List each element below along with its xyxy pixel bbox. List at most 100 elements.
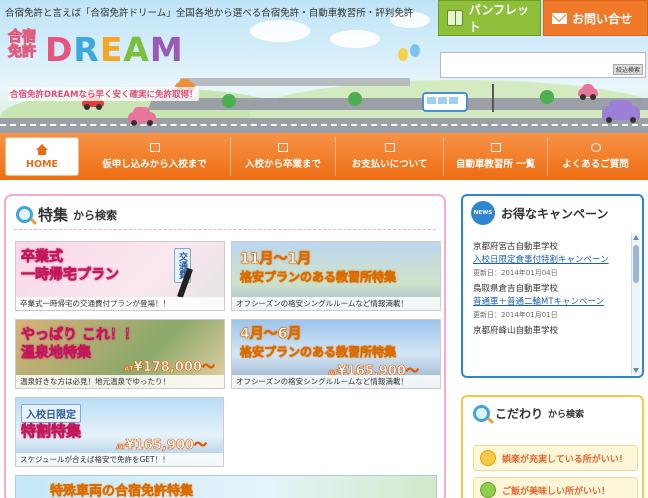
scroll-up-icon[interactable] bbox=[633, 235, 639, 240]
kodawari-item-entertainment[interactable]: 娯楽が充実している所がいい！ bbox=[473, 445, 638, 471]
campaign-link[interactable]: 普通車＋普通二輪MTキャンペーン bbox=[473, 296, 633, 309]
campaign-title: お得なキャンペーン bbox=[501, 206, 609, 221]
document-icon bbox=[149, 143, 160, 152]
heading-rest: から検索 bbox=[548, 410, 585, 420]
car-decoration bbox=[602, 100, 640, 123]
banner-title-line: 温泉地特集 bbox=[21, 345, 92, 362]
price-value: ¥165,900～ bbox=[125, 438, 207, 454]
logo-subtitle: 合宿免許DREAMなら早く安く確実に免許取得！ bbox=[8, 87, 200, 101]
banner-title: 特殊車両の合宿免許特集 bbox=[50, 484, 194, 498]
campaign-panel: NEWS お得なキャンペーン 京都府宮古自動車学校 入校日限定食事付特割キャンペ… bbox=[461, 194, 644, 378]
nav-label: よくあるご質問 bbox=[562, 159, 629, 170]
scroll-down-icon[interactable] bbox=[633, 368, 639, 373]
nav-label: 仮申し込みから入校まで bbox=[102, 159, 207, 170]
nav-application[interactable]: 仮申し込みから入校まで bbox=[79, 137, 231, 176]
list-item: 京都府峰山自動車学校 bbox=[473, 325, 633, 338]
search-button[interactable]: 絞込検索 bbox=[612, 64, 643, 75]
signpost-decoration bbox=[492, 84, 494, 112]
car-decoration bbox=[128, 107, 156, 126]
nav-school-list[interactable]: 自動車教習所 一覧 bbox=[444, 137, 548, 176]
logo-dream-text: DREAM bbox=[45, 30, 184, 69]
cloud-decoration bbox=[330, 30, 380, 48]
banner-subline: 温泉好きな方は必見！地元温泉でゆったり！ bbox=[16, 375, 224, 388]
pamphlet-label: パンフレット bbox=[468, 3, 530, 34]
kodawari-item-meals[interactable]: ご飯が美味しい所がいい！ bbox=[473, 477, 638, 498]
banner-graduation-plan[interactable]: 卒業式 一時帰宅プラン 交通費 卒業式一時帰宅の交通費付プランが登場！！ bbox=[15, 241, 225, 311]
balloon-decoration bbox=[410, 44, 420, 57]
logo-letter: E bbox=[99, 30, 124, 69]
banner-subline: 卒業式一時帰宅の交通費付プランが登場！！ bbox=[16, 297, 224, 310]
price-value: ¥178,000～ bbox=[133, 360, 215, 376]
car-decoration bbox=[578, 84, 598, 100]
kodawari-search-panel: こだわり から検索 娯楽が充実している所がいい！ ご飯が美味しい所がいい！ bbox=[461, 395, 644, 498]
nav-home[interactable]: HOME bbox=[5, 137, 79, 176]
bus-decoration bbox=[422, 92, 468, 112]
logo-japanese-text: 合宿免許 bbox=[8, 29, 37, 60]
campaign-date: 更新日：2014年01月04日 bbox=[473, 269, 558, 277]
inquiry-button[interactable]: お問い合せ bbox=[543, 0, 648, 36]
mail-icon bbox=[552, 12, 567, 24]
scroll-thumb[interactable] bbox=[633, 245, 639, 283]
heading-rest: から検索 bbox=[73, 208, 118, 222]
banner-spring-plan[interactable]: 4月～6月 格安プランのある教習所特集 AT¥165,900～ オフシーズンの格… bbox=[231, 319, 441, 389]
banner-subline: スケジュールが合えば格安で免許をGET！！ bbox=[16, 453, 223, 466]
global-nav: HOME 仮申し込みから入校まで 入校から卒業まで お支払いについて 自動車教習… bbox=[0, 133, 648, 180]
entertainment-icon bbox=[480, 450, 496, 466]
home-icon-base bbox=[38, 149, 46, 155]
inquiry-label: お問い合せ bbox=[572, 11, 633, 26]
feature-search-panel: 特集 から検索 卒業式 一時帰宅プラン 交通費 卒業式一時帰宅の交通費付プランが… bbox=[4, 194, 446, 498]
banner-title-line: 格安プランのある教習所特集 bbox=[240, 270, 397, 285]
site-tagline: 合宿免許と言えば「合宿免許ドリーム」全国各地から選べる合宿免許・自動車教習所・評… bbox=[5, 8, 414, 19]
banner-price: AT¥178,000～ bbox=[124, 356, 216, 376]
campaign-link[interactable]: 入校日限定食事付特割キャンペーン bbox=[473, 254, 633, 267]
list-item: 京都府宮古自動車学校 入校日限定食事付特割キャンペーン 更新日：2014年01月… bbox=[473, 241, 633, 280]
heading-main: こだわり bbox=[495, 407, 544, 421]
campaign-school: 京都府宮古自動車学校 bbox=[473, 242, 559, 252]
banner-title: 卒業式 一時帰宅プラン bbox=[21, 248, 120, 284]
site-search-box[interactable]: 絞込検索 bbox=[440, 52, 646, 78]
news-badge-icon: NEWS bbox=[471, 201, 495, 225]
banner-title: 特割特集 bbox=[21, 422, 82, 441]
list-item: 鳥取県倉吉自動車学校 普通車＋普通二輪MTキャンペーン 更新日：2014年01月… bbox=[473, 283, 633, 322]
nav-label: お支払いについて bbox=[351, 159, 428, 170]
building-icon bbox=[490, 143, 501, 152]
campaign-school: 鳥取県倉吉自動車学校 bbox=[473, 284, 559, 294]
campaign-date: 更新日：2014年01月01日 bbox=[473, 311, 558, 319]
magnifier-icon bbox=[473, 405, 490, 422]
banner-title: 11月～1月 格安プランのある教習所特集 bbox=[240, 250, 397, 286]
banner-special-vehicles[interactable]: 特殊車両の合宿免許特集 bbox=[15, 475, 437, 498]
banner-special-discount[interactable]: 入校日限定 特割特集 AT¥165,900～ スケジュールが合えば格安で免許をG… bbox=[15, 397, 224, 467]
road-line bbox=[0, 124, 648, 126]
banner-winter-plan[interactable]: 11月～1月 格安プランのある教習所特集 オフシーズンの格安シングルルームなど情… bbox=[231, 241, 441, 311]
nav-home-label: HOME bbox=[26, 158, 58, 170]
price-prefix: AT bbox=[124, 365, 134, 374]
divider bbox=[14, 229, 436, 230]
banner-title-line: 11月～1月 bbox=[240, 251, 312, 268]
campaign-school: 京都府峰山自動車学校 bbox=[473, 326, 559, 336]
banner-title-line: 格安プランのある教習所特集 bbox=[240, 345, 397, 360]
banner-onsen-feature[interactable]: やっぱり これ！！ 温泉地特集 AT¥178,000～ 温泉好きな方は必見！地元… bbox=[15, 319, 225, 389]
tree-decoration bbox=[348, 92, 362, 106]
logo-letter: D bbox=[45, 30, 74, 69]
nav-payment[interactable]: お支払いについて bbox=[336, 137, 444, 176]
site-logo[interactable]: 合宿免許 DREAM 合宿免許DREAMなら早く安く確実に免許取得！ bbox=[5, 24, 210, 101]
pamphlet-button[interactable]: パンフレット bbox=[438, 0, 541, 36]
banner-title-line: 特割特集 bbox=[21, 422, 82, 441]
banner-title: 4月～6月 格安プランのある教習所特集 bbox=[240, 325, 397, 361]
nav-faq[interactable]: よくあるご質問 bbox=[548, 137, 643, 176]
banner-title-line: やっぱり これ！！ bbox=[21, 327, 138, 344]
meal-icon bbox=[480, 482, 496, 498]
campaign-list: 京都府宮古自動車学校 入校日限定食事付特割キャンペーン 更新日：2014年01月… bbox=[473, 241, 633, 341]
heading-main: 特集 bbox=[38, 206, 69, 224]
banner-title-line: 卒業式 bbox=[21, 249, 64, 266]
nav-label: 自動車教習所 一覧 bbox=[455, 159, 536, 170]
campaign-heading: NEWS お得なキャンペーン bbox=[463, 196, 642, 230]
price-prefix: AT bbox=[116, 443, 126, 452]
tree-decoration bbox=[222, 94, 236, 108]
kodawari-label: ご飯が美味しい所がいい！ bbox=[502, 486, 611, 497]
campaign-scrollbar[interactable] bbox=[631, 233, 640, 375]
banner-title: やっぱり これ！！ 温泉地特集 bbox=[21, 326, 138, 362]
question-icon bbox=[590, 143, 601, 152]
feature-search-heading: 特集 から検索 bbox=[16, 204, 117, 225]
nav-enrollment[interactable]: 入校から卒業まで bbox=[231, 137, 336, 176]
